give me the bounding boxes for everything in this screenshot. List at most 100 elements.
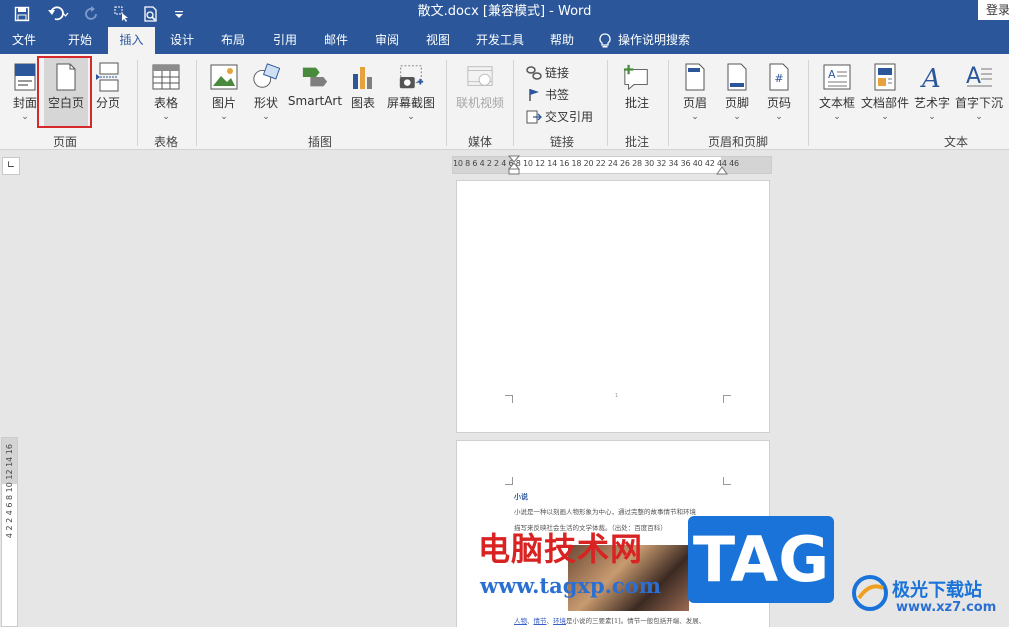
- drop-cap-button[interactable]: A 首字下沉 ⌄: [954, 62, 1004, 122]
- page-number-label: 页码: [766, 96, 791, 110]
- tab-developer[interactable]: 开发工具: [468, 27, 532, 54]
- textbox-button[interactable]: A 文本框 ⌄: [818, 62, 856, 122]
- table-button[interactable]: 表格 ⌄: [148, 62, 184, 122]
- crop-mark: [505, 395, 513, 403]
- vertical-ruler[interactable]: 4 2 2 4 6 8 10 12 14 16: [1, 437, 18, 627]
- svg-text:A: A: [966, 64, 981, 89]
- tab-help[interactable]: 帮助: [540, 27, 584, 54]
- screenshot-label: 屏幕截图: [386, 96, 435, 110]
- word-window: 散文.docx [兼容模式] - Word 登录 文件 开始 插入 设计 布局 …: [0, 0, 1009, 627]
- tab-references[interactable]: 引用: [263, 27, 307, 54]
- group-label-links: 链接: [549, 135, 574, 149]
- tab-home[interactable]: 开始: [56, 27, 104, 54]
- shapes-label: 形状: [253, 96, 278, 110]
- cross-reference-button[interactable]: 交叉引用: [526, 108, 593, 125]
- svg-text:#: #: [774, 72, 783, 85]
- shapes-button[interactable]: 形状 ⌄: [248, 62, 284, 122]
- cover-page-label: 封面: [12, 96, 37, 110]
- paragraph-line: 人物、情节、环境是小说的三要素[1]。情节一般包括开端、发展、: [514, 617, 706, 625]
- link-button[interactable]: 链接: [526, 64, 569, 81]
- shapes-icon: [252, 62, 280, 92]
- right-indent-marker-icon[interactable]: [716, 165, 728, 175]
- horizontal-ruler[interactable]: 10 8 6 4 2 2 4 6 8 10 12 14 16 18 20 22 …: [452, 155, 772, 175]
- login-button[interactable]: 登录: [978, 0, 1009, 20]
- screenshot-button[interactable]: 屏幕截图 ⌄: [385, 62, 437, 122]
- group-label-comments: 批注: [624, 135, 649, 149]
- wordart-label: 艺术字: [913, 96, 950, 110]
- document-title: 散文.docx [兼容模式] - Word: [417, 4, 592, 19]
- group-separator: [607, 60, 608, 146]
- indent-marker-icon[interactable]: [508, 155, 520, 175]
- chevron-down-icon: ⌄: [833, 112, 841, 122]
- paragraph-rest: 是小说的三要素[1]。情节一般包括开端、发展、: [566, 617, 706, 625]
- group-label-header-footer: 页眉和页脚: [707, 135, 768, 149]
- group-label-text: 文本: [943, 135, 968, 149]
- crop-mark: [505, 477, 513, 485]
- quick-parts-icon: [871, 62, 899, 92]
- chevron-down-icon: ⌄: [975, 112, 983, 122]
- lightbulb-icon: [599, 32, 611, 47]
- bookmark-button[interactable]: 书签: [526, 86, 569, 103]
- chevron-down-icon: ⌄: [262, 112, 270, 122]
- group-separator: [808, 60, 809, 146]
- svg-text:A: A: [828, 68, 836, 81]
- chevron-down-icon: ⌄: [220, 112, 228, 122]
- page-break-button[interactable]: 分页: [92, 62, 124, 111]
- online-video-label: 联机视频: [455, 96, 504, 110]
- tag-logo: TAG: [688, 516, 834, 603]
- footer-button[interactable]: 页脚 ⌄: [722, 62, 752, 122]
- chart-button[interactable]: 图表: [348, 62, 378, 111]
- pictures-button[interactable]: 图片 ⌄: [208, 62, 240, 122]
- document-heading: 小说: [514, 492, 528, 501]
- chevron-down-icon: ⌄: [407, 112, 415, 122]
- smartart-button[interactable]: SmartArt: [288, 62, 342, 108]
- cross-reference-label: 交叉引用: [545, 110, 594, 124]
- link-icon: [526, 65, 542, 81]
- chevron-down-icon: ⌄: [775, 112, 783, 122]
- smartart-label: SmartArt: [287, 94, 343, 108]
- tab-layout[interactable]: 布局: [211, 27, 255, 54]
- cross-reference-icon: [526, 109, 542, 125]
- wordart-button[interactable]: A 艺术字 ⌄: [912, 62, 952, 122]
- footer-icon: [723, 62, 751, 92]
- tab-insert[interactable]: 插入: [108, 27, 155, 54]
- document-page[interactable]: 1: [456, 180, 770, 433]
- header-button[interactable]: 页眉 ⌄: [680, 62, 710, 122]
- group-label-tables: 表格: [153, 135, 178, 149]
- picture-icon: [210, 62, 238, 92]
- chevron-down-icon: ⌄: [21, 112, 29, 122]
- watermark-url: www.tagxp.com: [480, 573, 661, 598]
- header-label: 页眉: [682, 96, 707, 110]
- group-label-pages: 页面: [52, 135, 77, 149]
- link-text[interactable]: 人物: [514, 617, 527, 625]
- tab-review[interactable]: 审阅: [365, 27, 409, 54]
- link-text[interactable]: 情节: [534, 617, 547, 625]
- tab-stop-selector[interactable]: ∟: [2, 157, 20, 175]
- online-video-button[interactable]: 联机视频: [454, 62, 506, 111]
- title-bar: 散文.docx [兼容模式] - Word 登录: [0, 0, 1009, 27]
- highlight-box: [37, 56, 92, 128]
- page-number-button[interactable]: # 页码 ⌄: [764, 62, 794, 122]
- quick-parts-button[interactable]: 文档部件 ⌄: [860, 62, 910, 122]
- page-break-label: 分页: [95, 96, 120, 110]
- ribbon-tabs: 文件 开始 插入 设计 布局 引用 邮件 审阅 视图 开发工具 帮助 操作说明搜…: [0, 27, 1009, 54]
- chevron-down-icon: ⌄: [928, 112, 936, 122]
- tab-design[interactable]: 设计: [160, 27, 204, 54]
- page-break-icon: [94, 62, 122, 92]
- link-text[interactable]: 环境: [553, 617, 566, 625]
- tab-view[interactable]: 视图: [416, 27, 460, 54]
- tab-file[interactable]: 文件: [0, 27, 48, 54]
- tell-me-search[interactable]: 操作说明搜索: [598, 27, 708, 54]
- comment-button[interactable]: 批注: [620, 62, 654, 111]
- pictures-label: 图片: [211, 96, 236, 110]
- screenshot-icon: [397, 62, 425, 92]
- watermark-cn-text: 电脑技术网: [478, 530, 644, 568]
- online-video-icon: [466, 62, 494, 92]
- tab-mailings[interactable]: 邮件: [314, 27, 358, 54]
- paragraph-line: 小说是一种以刻画人物形象为中心，通过完整的故事情节和环境: [514, 508, 696, 516]
- footer-label: 页脚: [724, 96, 749, 110]
- bookmark-label: 书签: [545, 88, 570, 102]
- chevron-down-icon: ⌄: [162, 112, 170, 122]
- header-icon: [681, 62, 709, 92]
- page-number-marker: 1: [615, 393, 619, 399]
